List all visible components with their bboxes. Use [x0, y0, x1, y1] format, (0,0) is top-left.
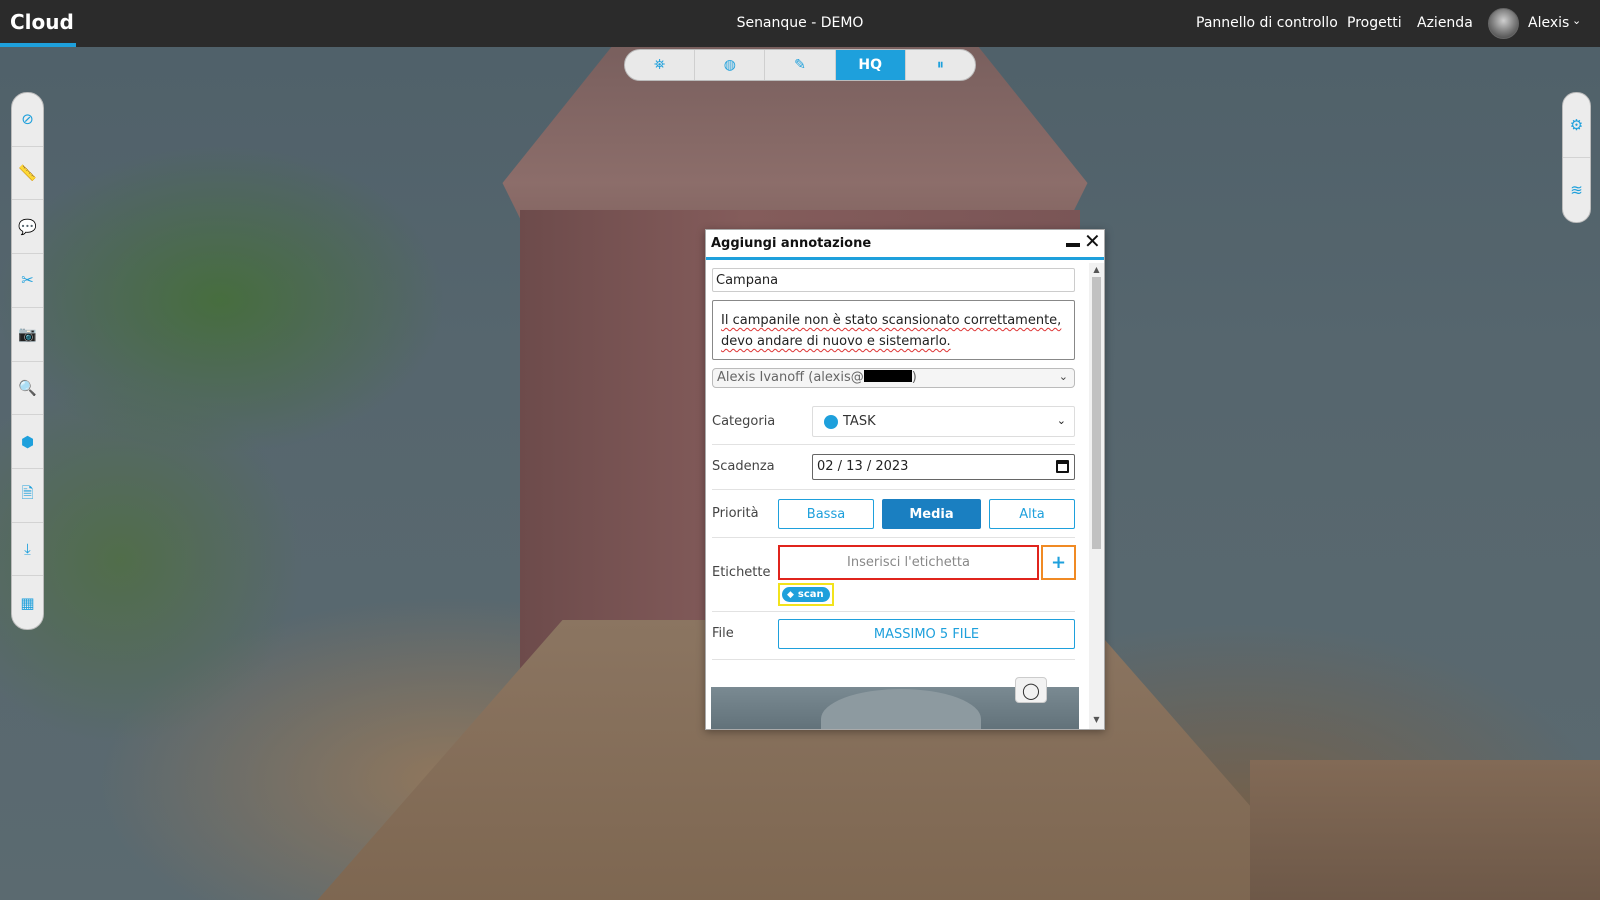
camera-icon[interactable]: ◯	[1015, 677, 1047, 703]
brush-icon[interactable]: ✎	[765, 50, 836, 80]
category-color-dot	[824, 415, 838, 429]
divider	[712, 444, 1075, 445]
redacted-block	[863, 370, 912, 382]
scroll-thumb[interactable]	[1092, 277, 1101, 549]
right-toolbar: ⚙ ≋	[1562, 92, 1591, 223]
download-icon[interactable]: ⤓	[12, 523, 43, 577]
scroll-up-icon[interactable]: ▲	[1089, 265, 1104, 274]
category-value: TASK	[843, 414, 876, 429]
view-toolbar: ⛯ ◍ ✎ HQ ⏸	[624, 49, 976, 81]
add-annotation-dialog: Aggiungi annotazione ✕ Campana Il campan…	[705, 229, 1105, 730]
apps-grid-icon[interactable]: ▦	[12, 576, 43, 629]
close-icon[interactable]: ✕	[1084, 231, 1101, 251]
nav-dashboard[interactable]: Pannello di controllo	[1196, 15, 1338, 31]
due-date-label: Scadenza	[712, 459, 775, 474]
scroll-down-icon[interactable]: ▼	[1089, 715, 1104, 724]
camera-icon[interactable]: 📷	[12, 308, 43, 362]
scissors-icon[interactable]: ✂	[12, 254, 43, 308]
globe-icon[interactable]: ◍	[695, 50, 766, 80]
left-toolbar: ⊘ 📏 💬 ✂ 📷 🔍 ⬢ 🗎 ⤓ ▦	[11, 92, 44, 630]
settings-icon[interactable]: ⚙	[1563, 93, 1590, 158]
file-export-icon[interactable]: 🗎	[12, 469, 43, 523]
nav-company[interactable]: Azienda	[1417, 15, 1473, 31]
stone-wall	[1250, 760, 1600, 900]
priority-low-button[interactable]: Bassa	[778, 499, 874, 529]
tag-input[interactable]: Inserisci l'etichetta	[778, 545, 1039, 580]
annotation-title-input[interactable]: Campana	[712, 268, 1075, 292]
tags-label: Etichette	[712, 565, 771, 580]
dialog-body: Campana Il campanile non è stato scansio…	[706, 263, 1089, 729]
add-tag-button[interactable]: +	[1041, 545, 1076, 580]
priority-high-button[interactable]: Alta	[989, 499, 1075, 529]
tag-chip-label: scan	[797, 589, 824, 600]
upload-files-button[interactable]: MASSIMO 5 FILE	[778, 619, 1075, 649]
ruler-icon[interactable]: 📏	[12, 147, 43, 201]
binoculars-icon[interactable]: ⛯	[625, 50, 696, 80]
category-label: Categoria	[712, 414, 776, 429]
chevron-down-icon: ⌄	[1056, 414, 1066, 427]
divider	[712, 489, 1075, 490]
calendar-icon[interactable]	[1056, 460, 1069, 473]
tag-list: ◆ scan	[778, 583, 834, 606]
tag-chip[interactable]: ◆ scan	[782, 587, 830, 602]
due-date-value: 02 / 13 / 2023	[817, 459, 909, 474]
divider	[712, 659, 1075, 660]
dialog-title: Aggiungi annotazione	[711, 236, 872, 251]
priority-label: Priorità	[712, 506, 759, 521]
dialog-header[interactable]: Aggiungi annotazione ✕	[706, 230, 1104, 260]
top-navbar: Cloud Senanque - DEMO Pannello di contro…	[0, 0, 1600, 47]
avatar[interactable]	[1488, 8, 1519, 39]
search-icon[interactable]: 🔍	[12, 362, 43, 416]
file-label: File	[712, 626, 734, 641]
dialog-scrollbar[interactable]: ▲ ▼	[1089, 263, 1104, 729]
category-select[interactable]: TASK ⌄	[812, 406, 1075, 437]
priority-medium-button[interactable]: Media	[882, 499, 981, 529]
nav-projects[interactable]: Progetti	[1347, 15, 1402, 31]
layers-icon[interactable]: ≋	[1563, 158, 1590, 222]
cube-icon[interactable]: ⬢	[12, 415, 43, 469]
due-date-input[interactable]: 02 / 13 / 2023	[812, 454, 1075, 480]
assignee-value-end: )	[911, 370, 917, 385]
annotation-description-textarea[interactable]: Il campanile non è stato scansionato cor…	[712, 300, 1075, 360]
minimize-icon[interactable]	[1066, 243, 1080, 247]
divider	[712, 537, 1075, 538]
divider	[712, 611, 1075, 612]
assignee-value: Alexis Ivanoff (alexis@	[717, 370, 864, 385]
preview-image	[821, 689, 981, 729]
compass-icon[interactable]: ⊘	[12, 93, 43, 147]
comment-icon[interactable]: 💬	[12, 200, 43, 255]
chevron-down-icon: ⌄	[1058, 370, 1068, 383]
assignee-select[interactable]: Alexis Ivanoff (alexis@) ⌄	[712, 368, 1075, 388]
tag-icon: ◆	[787, 589, 794, 600]
hq-toggle[interactable]: HQ	[835, 50, 906, 80]
user-name[interactable]: Alexis	[1528, 15, 1569, 31]
chevron-down-icon[interactable]: ⌄	[1572, 14, 1581, 27]
pause-icon[interactable]: ⏸	[906, 50, 975, 80]
